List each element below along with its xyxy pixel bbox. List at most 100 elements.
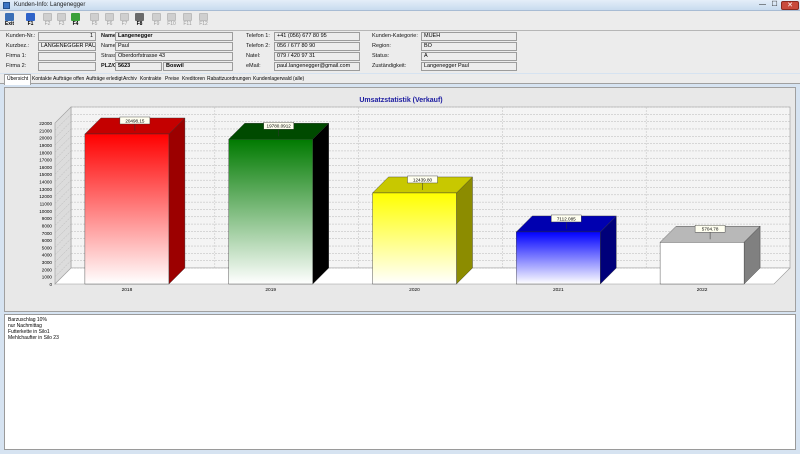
y-tick-label: 15000 (39, 172, 52, 177)
flag-icon (71, 13, 80, 21)
toolbar-button-f10[interactable]: F10 (164, 12, 179, 30)
bar (228, 139, 313, 285)
notes-textarea[interactable]: Barzuschlag 10% nur Nachmittag Futterkette… (4, 314, 796, 450)
status-label: Status: (372, 53, 390, 59)
natel-field[interactable]: 079 / 420 97 31 (274, 52, 360, 61)
y-tick-label: 20000 (39, 136, 52, 141)
toolbar-button-label: F10 (167, 21, 176, 27)
x-tick-label: 2020 (409, 287, 420, 293)
y-tick-label: 0 (49, 282, 52, 287)
firma1-field[interactable] (38, 52, 96, 61)
toolbar-button-label: F4 (72, 21, 79, 27)
email-label: eMail: (246, 63, 261, 69)
status-field[interactable]: A (421, 52, 517, 61)
help-icon (26, 13, 35, 21)
tab-kontrakte[interactable]: Kontrakte (138, 75, 163, 84)
y-tick-label: 12000 (39, 194, 52, 199)
app-icon (3, 2, 10, 9)
zustaendigkeit-field[interactable]: Langenegger Paul (421, 62, 517, 71)
tel1-field[interactable]: +41 (056) 677 80 95 (274, 32, 360, 41)
y-tick-label: 14000 (39, 180, 52, 185)
y-tick-label: 9000 (42, 216, 53, 221)
region-field[interactable]: BO (421, 42, 517, 51)
x-tick-label: 2021 (553, 287, 564, 293)
bar (372, 192, 457, 285)
firma2-label: Firma 2: (6, 63, 27, 69)
toolbar-button-label: F1 (27, 21, 34, 27)
tel1-label: Telefon 1: (246, 33, 270, 39)
y-tick-label: 19000 (39, 143, 52, 148)
y-tick-label: 22000 (39, 121, 52, 126)
tab-preise[interactable]: Preise (163, 75, 181, 84)
notes-line: Mehlchaufter in Silo 23 (8, 335, 59, 341)
kurzbez-field[interactable]: LANGENEGGER PAUL (38, 42, 96, 51)
toolbar-button-f8[interactable]: F8 (132, 12, 147, 30)
toolbar-button-f1[interactable]: F1 (23, 12, 38, 30)
bar-side (168, 117, 186, 285)
chart-title: Umsatzstatistik (Verkauf) (359, 97, 442, 104)
data-label: 5704.78 (702, 227, 719, 232)
y-tick-label: 17000 (39, 158, 52, 163)
plz-field[interactable]: 5623 (115, 62, 162, 71)
close-button[interactable]: ✕ (781, 1, 799, 10)
bar (659, 242, 745, 285)
x-tick-label: 2022 (697, 287, 708, 293)
kurzbez-label: Kurzbez.: (6, 43, 30, 49)
new-document-icon (43, 13, 52, 21)
y-tick-label: 3000 (42, 260, 53, 265)
ort-field[interactable]: Boswil (163, 62, 233, 71)
y-tick-label: 13000 (39, 187, 52, 192)
data-label: 20498.15 (125, 118, 145, 123)
chart-side-wall (54, 106, 72, 285)
kategorie-field[interactable]: MUEH (421, 32, 517, 41)
blank-icon (183, 13, 192, 21)
strasse-field[interactable]: Oberdorfstrasse 43 (115, 52, 233, 61)
toolbar-button-f12[interactable]: F12 (196, 12, 211, 30)
firma2-field[interactable] (38, 62, 96, 71)
name-field[interactable]: Langenegger (115, 32, 233, 41)
toolbar-button-label: F7 (121, 21, 128, 27)
toolbar-button-f6[interactable]: F6 (102, 12, 117, 30)
minimize-button[interactable]: — (757, 1, 768, 10)
y-tick-label: 5000 (42, 245, 53, 250)
toolbar-button-f9[interactable]: F9 (149, 12, 164, 30)
tab-archiv[interactable]: Archiv (121, 75, 139, 84)
firma1-label: Firma 1: (6, 53, 27, 59)
tab-aufträge-offen[interactable]: Aufträge offen (51, 75, 86, 84)
tab-übersicht[interactable]: Übersicht (4, 74, 32, 85)
tab-kreditoren[interactable]: Kreditoren (180, 75, 207, 84)
y-tick-label: 11000 (40, 202, 53, 207)
bar (516, 231, 601, 285)
toolbar-button-f4[interactable]: F4 (68, 12, 83, 30)
blank-icon (167, 13, 176, 21)
tab-rabattzuordnungen[interactable]: Rabattzuordnungen (205, 75, 253, 84)
bar-side (456, 176, 473, 285)
maximize-button[interactable]: ☐ (769, 1, 780, 10)
toolbar-button-f7[interactable]: F7 (117, 12, 132, 30)
tab-bar: Übersicht Kontakte Aufträge offen Aufträge … (0, 74, 800, 85)
data-label: 19780.0912 (267, 124, 292, 129)
tab-kundenlagerwald-alle[interactable]: Kundenlagerwald (alle) (251, 75, 306, 84)
data-label: 12439.80 (413, 177, 433, 182)
search-icon (105, 13, 114, 21)
tel2-label: Telefon 2: (246, 43, 270, 49)
tel2-field[interactable]: 056 / 677 80 90 (274, 42, 360, 51)
toolbar-button-f11[interactable]: F11 (180, 12, 195, 30)
toolbar-button-label: F5 (91, 21, 98, 27)
toolbar-button-exit[interactable]: Exit (2, 12, 17, 30)
toolbar-button-f5[interactable]: F5 (87, 12, 102, 30)
toolbar-button-f3[interactable]: F3 (54, 12, 69, 30)
x-tick-label: 2018 (122, 287, 133, 293)
flag-icon (90, 13, 99, 21)
toolbar-button-f2[interactable]: F2 (40, 12, 55, 30)
document-icon (152, 13, 161, 21)
sales-chart: Umsatzstatistik (Verkauf) 0 1000 2000 3000 40… (39, 97, 791, 293)
toolbar-button-label: F3 (58, 21, 65, 27)
exit-door-icon (5, 13, 14, 21)
tab-aufträge-erledigt[interactable]: Aufträge erledigt (84, 75, 125, 84)
name2-field[interactable]: Paul (115, 42, 233, 51)
window-title: Kunden-Info: Langenegger (14, 2, 86, 8)
y-tick-label: 6000 (42, 238, 53, 243)
kunden-nr-field[interactable]: 1 (38, 32, 96, 41)
email-field[interactable]: paul.langenegger@gmail.com (274, 62, 360, 71)
